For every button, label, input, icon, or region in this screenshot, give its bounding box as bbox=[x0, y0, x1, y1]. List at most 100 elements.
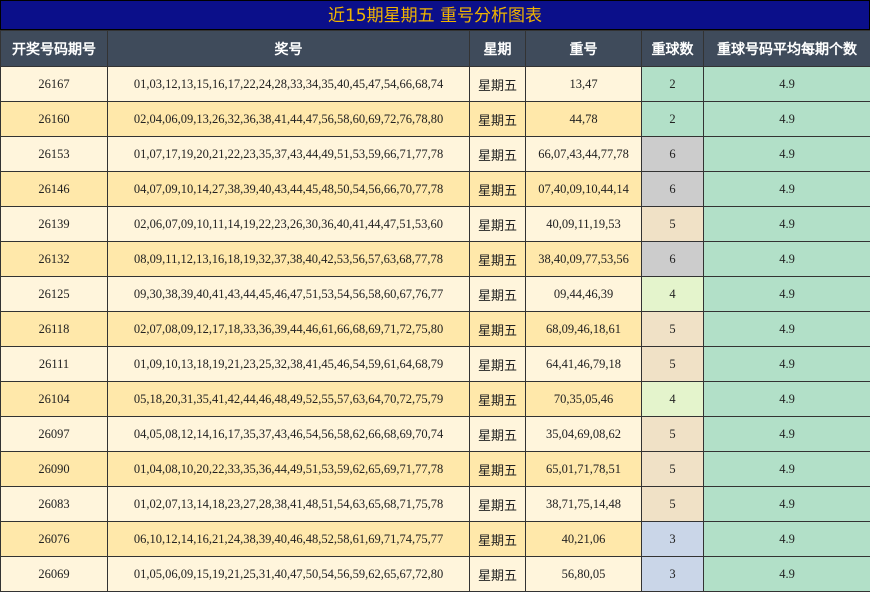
cell-repeat: 13,47 bbox=[526, 67, 642, 102]
cell-weekday: 星期五 bbox=[470, 172, 526, 207]
cell-count: 3 bbox=[642, 522, 704, 557]
cell-repeat: 66,07,43,44,77,78 bbox=[526, 137, 642, 172]
cell-numbers: 01,04,08,10,20,22,33,35,36,44,49,51,53,5… bbox=[108, 452, 470, 487]
cell-repeat: 35,04,69,08,62 bbox=[526, 417, 642, 452]
cell-weekday: 星期五 bbox=[470, 277, 526, 312]
cell-avg: 4.9 bbox=[704, 67, 870, 102]
cell-repeat: 65,01,71,78,51 bbox=[526, 452, 642, 487]
cell-avg: 4.9 bbox=[704, 137, 870, 172]
table-row: 2614604,07,09,10,14,27,38,39,40,43,44,45… bbox=[1, 172, 870, 207]
cell-repeat: 38,71,75,14,48 bbox=[526, 487, 642, 522]
repeat-analysis-table: 开奖号码期号 奖号 星期 重号 重球数 重球号码平均每期个数 2616701,0… bbox=[0, 30, 870, 592]
cell-issue: 26118 bbox=[1, 312, 108, 347]
cell-repeat: 64,41,46,79,18 bbox=[526, 347, 642, 382]
cell-avg: 4.9 bbox=[704, 102, 870, 137]
cell-repeat: 40,09,11,19,53 bbox=[526, 207, 642, 242]
cell-count: 5 bbox=[642, 312, 704, 347]
cell-repeat: 40,21,06 bbox=[526, 522, 642, 557]
cell-weekday: 星期五 bbox=[470, 207, 526, 242]
cell-count: 6 bbox=[642, 242, 704, 277]
cell-count: 5 bbox=[642, 347, 704, 382]
cell-avg: 4.9 bbox=[704, 277, 870, 312]
cell-weekday: 星期五 bbox=[470, 312, 526, 347]
cell-numbers: 02,04,06,09,13,26,32,36,38,41,44,47,56,5… bbox=[108, 102, 470, 137]
header-issue: 开奖号码期号 bbox=[1, 31, 108, 67]
cell-numbers: 01,07,17,19,20,21,22,23,35,37,43,44,49,5… bbox=[108, 137, 470, 172]
cell-numbers: 02,06,07,09,10,11,14,19,22,23,26,30,36,4… bbox=[108, 207, 470, 242]
cell-numbers: 04,07,09,10,14,27,38,39,40,43,44,45,48,5… bbox=[108, 172, 470, 207]
cell-issue: 26111 bbox=[1, 347, 108, 382]
cell-issue: 26160 bbox=[1, 102, 108, 137]
cell-repeat: 70,35,05,46 bbox=[526, 382, 642, 417]
cell-numbers: 09,30,38,39,40,41,43,44,45,46,47,51,53,5… bbox=[108, 277, 470, 312]
cell-issue: 26132 bbox=[1, 242, 108, 277]
cell-issue: 26104 bbox=[1, 382, 108, 417]
cell-count: 5 bbox=[642, 207, 704, 242]
cell-numbers: 01,09,10,13,18,19,21,23,25,32,38,41,45,4… bbox=[108, 347, 470, 382]
cell-avg: 4.9 bbox=[704, 522, 870, 557]
cell-count: 6 bbox=[642, 137, 704, 172]
header-row: 开奖号码期号 奖号 星期 重号 重球数 重球号码平均每期个数 bbox=[1, 31, 870, 67]
cell-weekday: 星期五 bbox=[470, 242, 526, 277]
table-row: 2611101,09,10,13,18,19,21,23,25,32,38,41… bbox=[1, 347, 870, 382]
cell-weekday: 星期五 bbox=[470, 557, 526, 592]
cell-count: 2 bbox=[642, 102, 704, 137]
cell-count: 5 bbox=[642, 452, 704, 487]
cell-issue: 26139 bbox=[1, 207, 108, 242]
cell-numbers: 01,02,07,13,14,18,23,27,28,38,41,48,51,5… bbox=[108, 487, 470, 522]
cell-issue: 26083 bbox=[1, 487, 108, 522]
cell-numbers: 01,05,06,09,15,19,21,25,31,40,47,50,54,5… bbox=[108, 557, 470, 592]
cell-count: 5 bbox=[642, 417, 704, 452]
cell-numbers: 04,05,08,12,14,16,17,35,37,43,46,54,56,5… bbox=[108, 417, 470, 452]
cell-weekday: 星期五 bbox=[470, 417, 526, 452]
cell-numbers: 06,10,12,14,16,21,24,38,39,40,46,48,52,5… bbox=[108, 522, 470, 557]
cell-numbers: 05,18,20,31,35,41,42,44,46,48,49,52,55,5… bbox=[108, 382, 470, 417]
cell-repeat: 09,44,46,39 bbox=[526, 277, 642, 312]
cell-repeat: 44,78 bbox=[526, 102, 642, 137]
header-repeat: 重号 bbox=[526, 31, 642, 67]
header-numbers: 奖号 bbox=[108, 31, 470, 67]
cell-repeat: 56,80,05 bbox=[526, 557, 642, 592]
cell-avg: 4.9 bbox=[704, 312, 870, 347]
cell-weekday: 星期五 bbox=[470, 102, 526, 137]
table-row: 2616701,03,12,13,15,16,17,22,24,28,33,34… bbox=[1, 67, 870, 102]
table-row: 2611802,07,08,09,12,17,18,33,36,39,44,46… bbox=[1, 312, 870, 347]
cell-avg: 4.9 bbox=[704, 417, 870, 452]
table-row: 2612509,30,38,39,40,41,43,44,45,46,47,51… bbox=[1, 277, 870, 312]
cell-avg: 4.9 bbox=[704, 207, 870, 242]
cell-weekday: 星期五 bbox=[470, 487, 526, 522]
cell-numbers: 02,07,08,09,12,17,18,33,36,39,44,46,61,6… bbox=[108, 312, 470, 347]
table-row: 2608301,02,07,13,14,18,23,27,28,38,41,48… bbox=[1, 487, 870, 522]
cell-numbers: 08,09,11,12,13,16,18,19,32,37,38,40,42,5… bbox=[108, 242, 470, 277]
table-row: 2606901,05,06,09,15,19,21,25,31,40,47,50… bbox=[1, 557, 870, 592]
cell-repeat: 38,40,09,77,53,56 bbox=[526, 242, 642, 277]
cell-count: 6 bbox=[642, 172, 704, 207]
cell-issue: 26097 bbox=[1, 417, 108, 452]
chart-title: 近15期星期五 重号分析图表 bbox=[0, 0, 870, 30]
cell-weekday: 星期五 bbox=[470, 67, 526, 102]
cell-count: 5 bbox=[642, 487, 704, 522]
cell-issue: 26076 bbox=[1, 522, 108, 557]
cell-weekday: 星期五 bbox=[470, 522, 526, 557]
cell-issue: 26069 bbox=[1, 557, 108, 592]
header-count: 重球数 bbox=[642, 31, 704, 67]
table-row: 2609704,05,08,12,14,16,17,35,37,43,46,54… bbox=[1, 417, 870, 452]
cell-avg: 4.9 bbox=[704, 242, 870, 277]
table-row: 2615301,07,17,19,20,21,22,23,35,37,43,44… bbox=[1, 137, 870, 172]
cell-issue: 26090 bbox=[1, 452, 108, 487]
cell-count: 4 bbox=[642, 277, 704, 312]
header-avg: 重球号码平均每期个数 bbox=[704, 31, 870, 67]
cell-avg: 4.9 bbox=[704, 172, 870, 207]
cell-repeat: 07,40,09,10,44,14 bbox=[526, 172, 642, 207]
cell-issue: 26125 bbox=[1, 277, 108, 312]
cell-issue: 26167 bbox=[1, 67, 108, 102]
cell-numbers: 01,03,12,13,15,16,17,22,24,28,33,34,35,4… bbox=[108, 67, 470, 102]
cell-issue: 26153 bbox=[1, 137, 108, 172]
cell-issue: 26146 bbox=[1, 172, 108, 207]
table-body: 2616701,03,12,13,15,16,17,22,24,28,33,34… bbox=[1, 67, 870, 592]
cell-weekday: 星期五 bbox=[470, 137, 526, 172]
cell-count: 2 bbox=[642, 67, 704, 102]
cell-weekday: 星期五 bbox=[470, 382, 526, 417]
cell-avg: 4.9 bbox=[704, 487, 870, 522]
header-weekday: 星期 bbox=[470, 31, 526, 67]
